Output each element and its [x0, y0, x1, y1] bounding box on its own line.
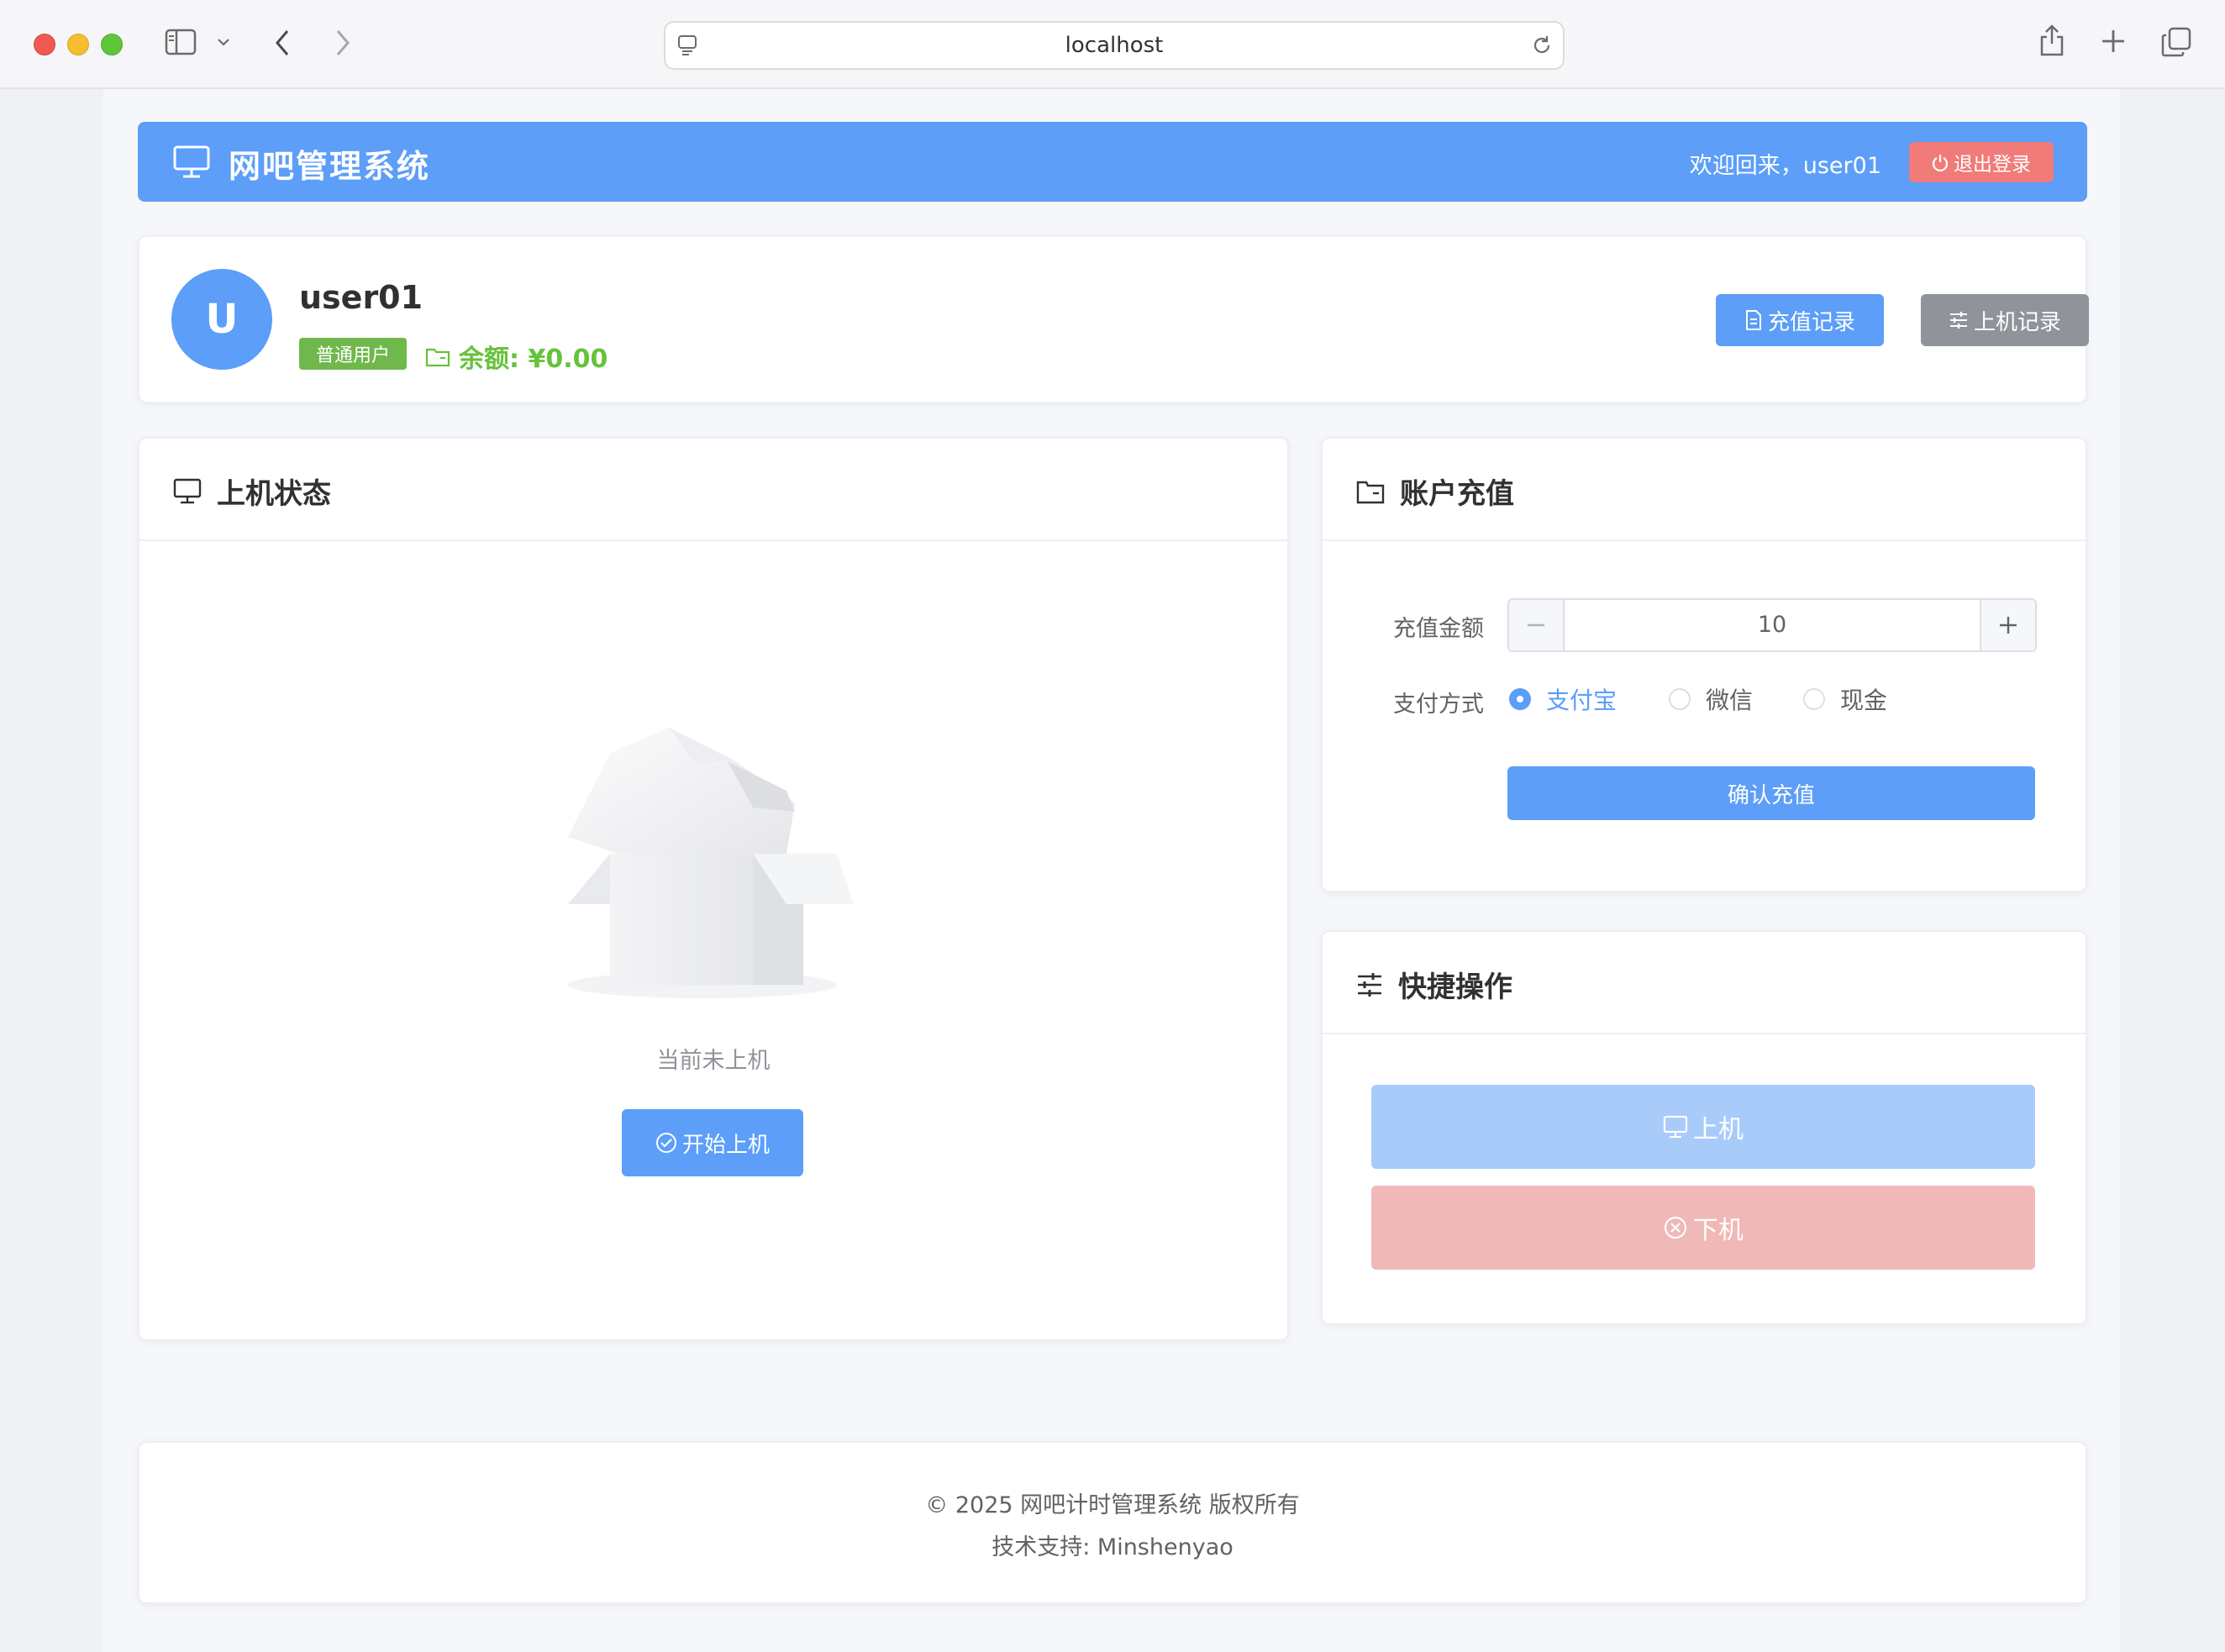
- page-content: 网吧管理系统 欢迎回来，user01 退出登录 U user01 普通用户 余额…: [103, 89, 2120, 1652]
- radio-unselected-icon: [1669, 688, 1691, 710]
- recharge-panel: 账户充值 充值金额 10 支付方式 支付宝 微信 现金 确认充值: [1321, 437, 2087, 892]
- increase-amount-button[interactable]: [1980, 600, 2035, 650]
- payment-option-alipay[interactable]: 支付宝: [1509, 682, 1617, 716]
- close-circle-icon: [1664, 1216, 1687, 1239]
- sidebar-toggle-icon[interactable]: [165, 29, 197, 55]
- payment-label: 支付方式: [1393, 692, 1484, 718]
- page-footer: © 2025 网吧计时管理系统 版权所有 技术支持: Minshenyao: [138, 1441, 2087, 1604]
- share-icon[interactable]: [2038, 24, 2065, 57]
- user-info-card: U user01 普通用户 余额: ¥0.00 充值记录 上机记录: [138, 235, 2089, 403]
- url-text: localhost: [1065, 33, 1164, 58]
- radio-unselected-icon: [1803, 688, 1825, 710]
- radio-selected-icon: [1509, 688, 1531, 710]
- amount-input[interactable]: 10: [1565, 612, 1980, 638]
- session-records-button[interactable]: 上机记录: [1921, 294, 2089, 346]
- app-title: 网吧管理系统: [229, 148, 431, 185]
- payment-option-label: 支付宝: [1546, 687, 1617, 714]
- monitor-icon: [1663, 1115, 1688, 1139]
- welcome-text: 欢迎回来，user01: [1689, 153, 1881, 179]
- recharge-records-label: 充值记录: [1767, 309, 1855, 335]
- session-records-label: 上机记录: [1973, 309, 2061, 335]
- username: user01: [299, 279, 423, 316]
- check-circle-icon: [655, 1133, 676, 1153]
- confirm-recharge-button[interactable]: 确认充值: [1507, 766, 2035, 820]
- copyright-text: © 2025 网吧计时管理系统 版权所有: [925, 1492, 1300, 1518]
- payment-option-label: 现金: [1840, 687, 1888, 714]
- wallet-icon: [425, 348, 450, 367]
- monitor-icon: [173, 145, 210, 178]
- amount-stepper[interactable]: 10: [1507, 598, 2037, 652]
- go-online-button[interactable]: 上机: [1371, 1085, 2035, 1169]
- chevron-down-icon[interactable]: [217, 37, 230, 47]
- panel-title: 上机状态: [217, 477, 331, 511]
- panel-title: 快捷操作: [1398, 971, 1512, 1004]
- quick-actions-panel: 快捷操作 上机 下机: [1321, 930, 2087, 1325]
- role-badge: 普通用户: [299, 338, 407, 370]
- go-offline-label: 下机: [1693, 1216, 1744, 1245]
- avatar: U: [171, 269, 272, 370]
- payment-option-label: 微信: [1706, 687, 1754, 714]
- power-icon: [1932, 155, 1949, 171]
- back-arrow-icon[interactable]: [274, 29, 291, 57]
- empty-state-text: 当前未上机: [656, 1048, 771, 1074]
- minus-icon: [1528, 623, 1544, 627]
- empty-box-illustration: [568, 728, 854, 998]
- start-session-label: 开始上机: [681, 1132, 770, 1158]
- recharge-records-button[interactable]: 充值记录: [1716, 294, 1884, 346]
- start-session-button[interactable]: 开始上机: [622, 1109, 803, 1176]
- amount-label: 充值金额: [1393, 616, 1484, 642]
- balance-text: 余额: ¥0.00: [459, 345, 608, 374]
- support-text: 技术支持: Minshenyao: [992, 1534, 1233, 1560]
- plus-icon: [2000, 617, 2017, 634]
- new-tab-icon[interactable]: [2101, 29, 2126, 54]
- balance-display: 余额: ¥0.00: [425, 338, 608, 375]
- sliders-icon: [1949, 312, 1967, 329]
- wallet-icon: [1356, 481, 1385, 503]
- reload-icon[interactable]: [1531, 34, 1553, 56]
- divider: [139, 539, 1287, 541]
- app-header: 网吧管理系统 欢迎回来，user01 退出登录: [138, 122, 2087, 202]
- browser-toolbar: localhost: [0, 0, 2225, 89]
- document-icon: [1745, 310, 1761, 330]
- forward-arrow-icon[interactable]: [334, 29, 351, 57]
- sliders-icon: [1358, 972, 1381, 997]
- panel-header: 账户充值: [1356, 471, 1514, 512]
- panel-header: 上机状态: [173, 471, 331, 512]
- session-status-panel: 上机状态 当前未上机 开始上机: [138, 437, 1289, 1341]
- close-window-button[interactable]: [34, 34, 55, 55]
- minimize-window-button[interactable]: [67, 34, 89, 55]
- go-online-label: 上机: [1693, 1115, 1744, 1144]
- panel-header: 快捷操作: [1356, 964, 1512, 1005]
- divider: [1323, 539, 2086, 541]
- divider: [1323, 1033, 2086, 1034]
- panel-title: 账户充值: [1400, 477, 1514, 511]
- logout-button[interactable]: 退出登录: [1909, 142, 2054, 182]
- decrease-amount-button[interactable]: [1509, 600, 1565, 650]
- payment-option-cash[interactable]: 现金: [1803, 682, 1887, 716]
- tab-overview-icon[interactable]: [2161, 27, 2191, 57]
- go-offline-button[interactable]: 下机: [1371, 1186, 2035, 1270]
- payment-option-wechat[interactable]: 微信: [1669, 682, 1753, 716]
- logout-label: 退出登录: [1954, 154, 2031, 176]
- monitor-icon: [173, 478, 202, 503]
- maximize-window-button[interactable]: [101, 34, 123, 55]
- address-bar[interactable]: localhost: [664, 21, 1565, 70]
